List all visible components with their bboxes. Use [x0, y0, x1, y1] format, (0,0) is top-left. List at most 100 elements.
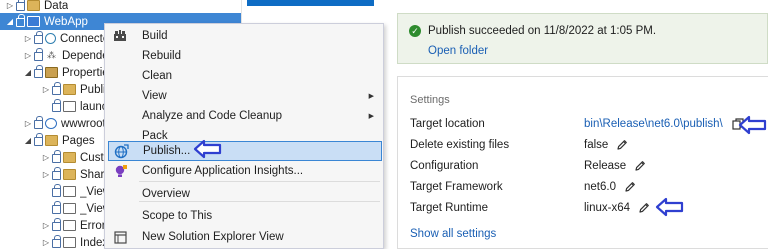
- expand-arrow-icon[interactable]: ▷: [41, 153, 51, 162]
- source-control-lock-icon: [34, 133, 43, 146]
- menu-item-configure-application-insights[interactable]: Configure Application Insights...: [108, 161, 382, 181]
- setting-row: Configuration Release: [410, 157, 765, 175]
- edit-pencil-icon[interactable]: [615, 138, 629, 152]
- setting-value: net6.0: [584, 181, 616, 193]
- source-control-lock-icon: [52, 235, 61, 248]
- expand-arrow-icon[interactable]: ▷: [41, 170, 51, 179]
- source-control-lock-icon: [52, 201, 61, 214]
- source-control-lock-icon: [34, 31, 43, 44]
- edit-pencil-icon[interactable]: [633, 159, 647, 173]
- expand-arrow-icon[interactable]: ▷: [41, 221, 51, 230]
- setting-row: Target Framework net6.0: [410, 178, 765, 196]
- expand-arrow-icon[interactable]: ▷: [5, 1, 15, 10]
- publish-tab-strip: [247, 0, 374, 6]
- setting-value: linux-x64: [584, 202, 631, 214]
- menu-item-clean[interactable]: Clean: [108, 66, 382, 86]
- settings-heading: Settings: [410, 94, 450, 106]
- menu-item-label: View: [142, 90, 167, 102]
- collapse-arrow-icon[interactable]: ◢: [23, 136, 33, 145]
- publish-globe-icon: [109, 143, 133, 159]
- razor-file-icon: [63, 186, 76, 197]
- source-control-lock-icon: [16, 0, 25, 11]
- edit-pencil-icon[interactable]: [623, 180, 637, 194]
- annotation-arrow-icon: [655, 197, 684, 217]
- source-control-lock-icon: [34, 65, 43, 78]
- collapse-arrow-icon[interactable]: ◢: [5, 17, 15, 26]
- tree-item-label: Pages: [62, 134, 95, 147]
- razor-file-icon: [63, 220, 76, 231]
- json-file-icon: [63, 101, 76, 112]
- setting-row: Delete existing files false: [410, 136, 765, 154]
- connected-services-icon: [45, 33, 56, 44]
- menu-icon-slot: [108, 48, 132, 64]
- expand-arrow-icon[interactable]: ▷: [23, 34, 33, 43]
- check-circle-icon: ✓: [409, 25, 421, 37]
- menu-item-label: Analyze and Code Cleanup: [142, 110, 283, 122]
- publish-success-text: Publish succeeded on 11/8/2022 at 1:05 P…: [428, 25, 657, 37]
- menu-item-label: Configure Application Insights...: [142, 165, 304, 177]
- publish-settings-panel: Settings Show all settings Target locati…: [397, 76, 768, 249]
- source-control-lock-icon: [52, 218, 61, 231]
- source-control-lock-icon: [52, 82, 61, 95]
- source-control-lock-icon: [34, 116, 43, 129]
- menu-separator: [139, 201, 380, 202]
- menu-item-label: Rebuild: [142, 50, 181, 62]
- menu-item-view[interactable]: View ▶: [108, 86, 382, 106]
- menu-item-label: Overview: [142, 188, 190, 200]
- setting-row: Target Runtime linux-x64: [410, 199, 765, 217]
- menu-item-new-solution-explorer-view[interactable]: New Solution Explorer View: [108, 227, 382, 247]
- tree-item[interactable]: ▷ Data: [0, 0, 241, 14]
- menu-item-build[interactable]: Build: [108, 26, 382, 46]
- menu-item-rebuild[interactable]: Rebuild: [108, 46, 382, 66]
- setting-label: Target Runtime: [410, 202, 488, 214]
- razor-file-icon: [63, 237, 76, 248]
- menu-item-publish[interactable]: Publish...: [108, 141, 382, 161]
- expand-arrow-icon[interactable]: ▷: [41, 85, 51, 94]
- folder-icon: [45, 135, 58, 146]
- dependencies-icon: ⁂: [47, 50, 56, 60]
- project-context-menu: Build Rebuild Clean View ▶ Analyze and Code C…: [104, 23, 384, 249]
- menu-item-label: Publish...: [143, 145, 191, 157]
- globe-icon: [45, 118, 57, 129]
- expand-arrow-icon[interactable]: ▷: [23, 51, 33, 60]
- expand-arrow-icon[interactable]: ▷: [23, 119, 33, 128]
- setting-row: Target location bin\Release\net6.0\publis…: [410, 115, 765, 133]
- menu-item-scope-to-this[interactable]: Scope to This: [108, 206, 382, 226]
- annotation-arrow-icon: [738, 115, 767, 135]
- build-icon: [108, 28, 132, 44]
- properties-icon: [45, 67, 58, 78]
- expand-arrow-icon[interactable]: ▷: [41, 238, 51, 247]
- open-folder-link[interactable]: Open folder: [428, 45, 488, 57]
- menu-item-label: Scope to This: [142, 210, 213, 222]
- menu-separator: [139, 181, 380, 182]
- folder-icon: [63, 169, 76, 180]
- app-insights-icon: [108, 163, 132, 179]
- source-control-lock-icon: [52, 167, 61, 180]
- menu-item-label: Clean: [142, 70, 173, 82]
- publish-success-banner: ✓ Publish succeeded on 11/8/2022 at 1:05…: [397, 13, 768, 64]
- edit-pencil-icon[interactable]: [637, 201, 651, 215]
- folder-icon: [27, 0, 40, 11]
- menu-item-label: Build: [142, 30, 168, 42]
- submenu-arrow-icon: ▶: [368, 113, 374, 120]
- menu-item-label: New Solution Explorer View: [142, 231, 284, 243]
- project-icon: [27, 16, 40, 27]
- tree-item-label: WebApp: [44, 15, 88, 28]
- setting-value: Release: [584, 160, 627, 172]
- tree-item-label: wwwroot: [61, 117, 106, 130]
- menu-icon-slot: [108, 186, 132, 202]
- target-location-link[interactable]: bin\Release\net6.0\publish\: [584, 118, 723, 130]
- source-control-lock-icon: [34, 48, 43, 61]
- collapse-arrow-icon[interactable]: ◢: [23, 68, 33, 77]
- setting-label: Target Framework: [410, 181, 503, 193]
- annotation-arrow-icon: [193, 139, 222, 159]
- show-all-settings-link[interactable]: Show all settings: [410, 228, 496, 240]
- source-control-lock-icon: [52, 99, 61, 112]
- menu-icon-slot: [108, 108, 132, 124]
- menu-icon-slot: [108, 68, 132, 84]
- menu-item-analyze-and-code-cleanup[interactable]: Analyze and Code Cleanup ▶: [108, 106, 382, 126]
- folder-icon: [63, 152, 76, 163]
- setting-label: Configuration: [410, 160, 479, 172]
- menu-icon-slot: [108, 208, 132, 224]
- setting-value: false: [584, 139, 609, 151]
